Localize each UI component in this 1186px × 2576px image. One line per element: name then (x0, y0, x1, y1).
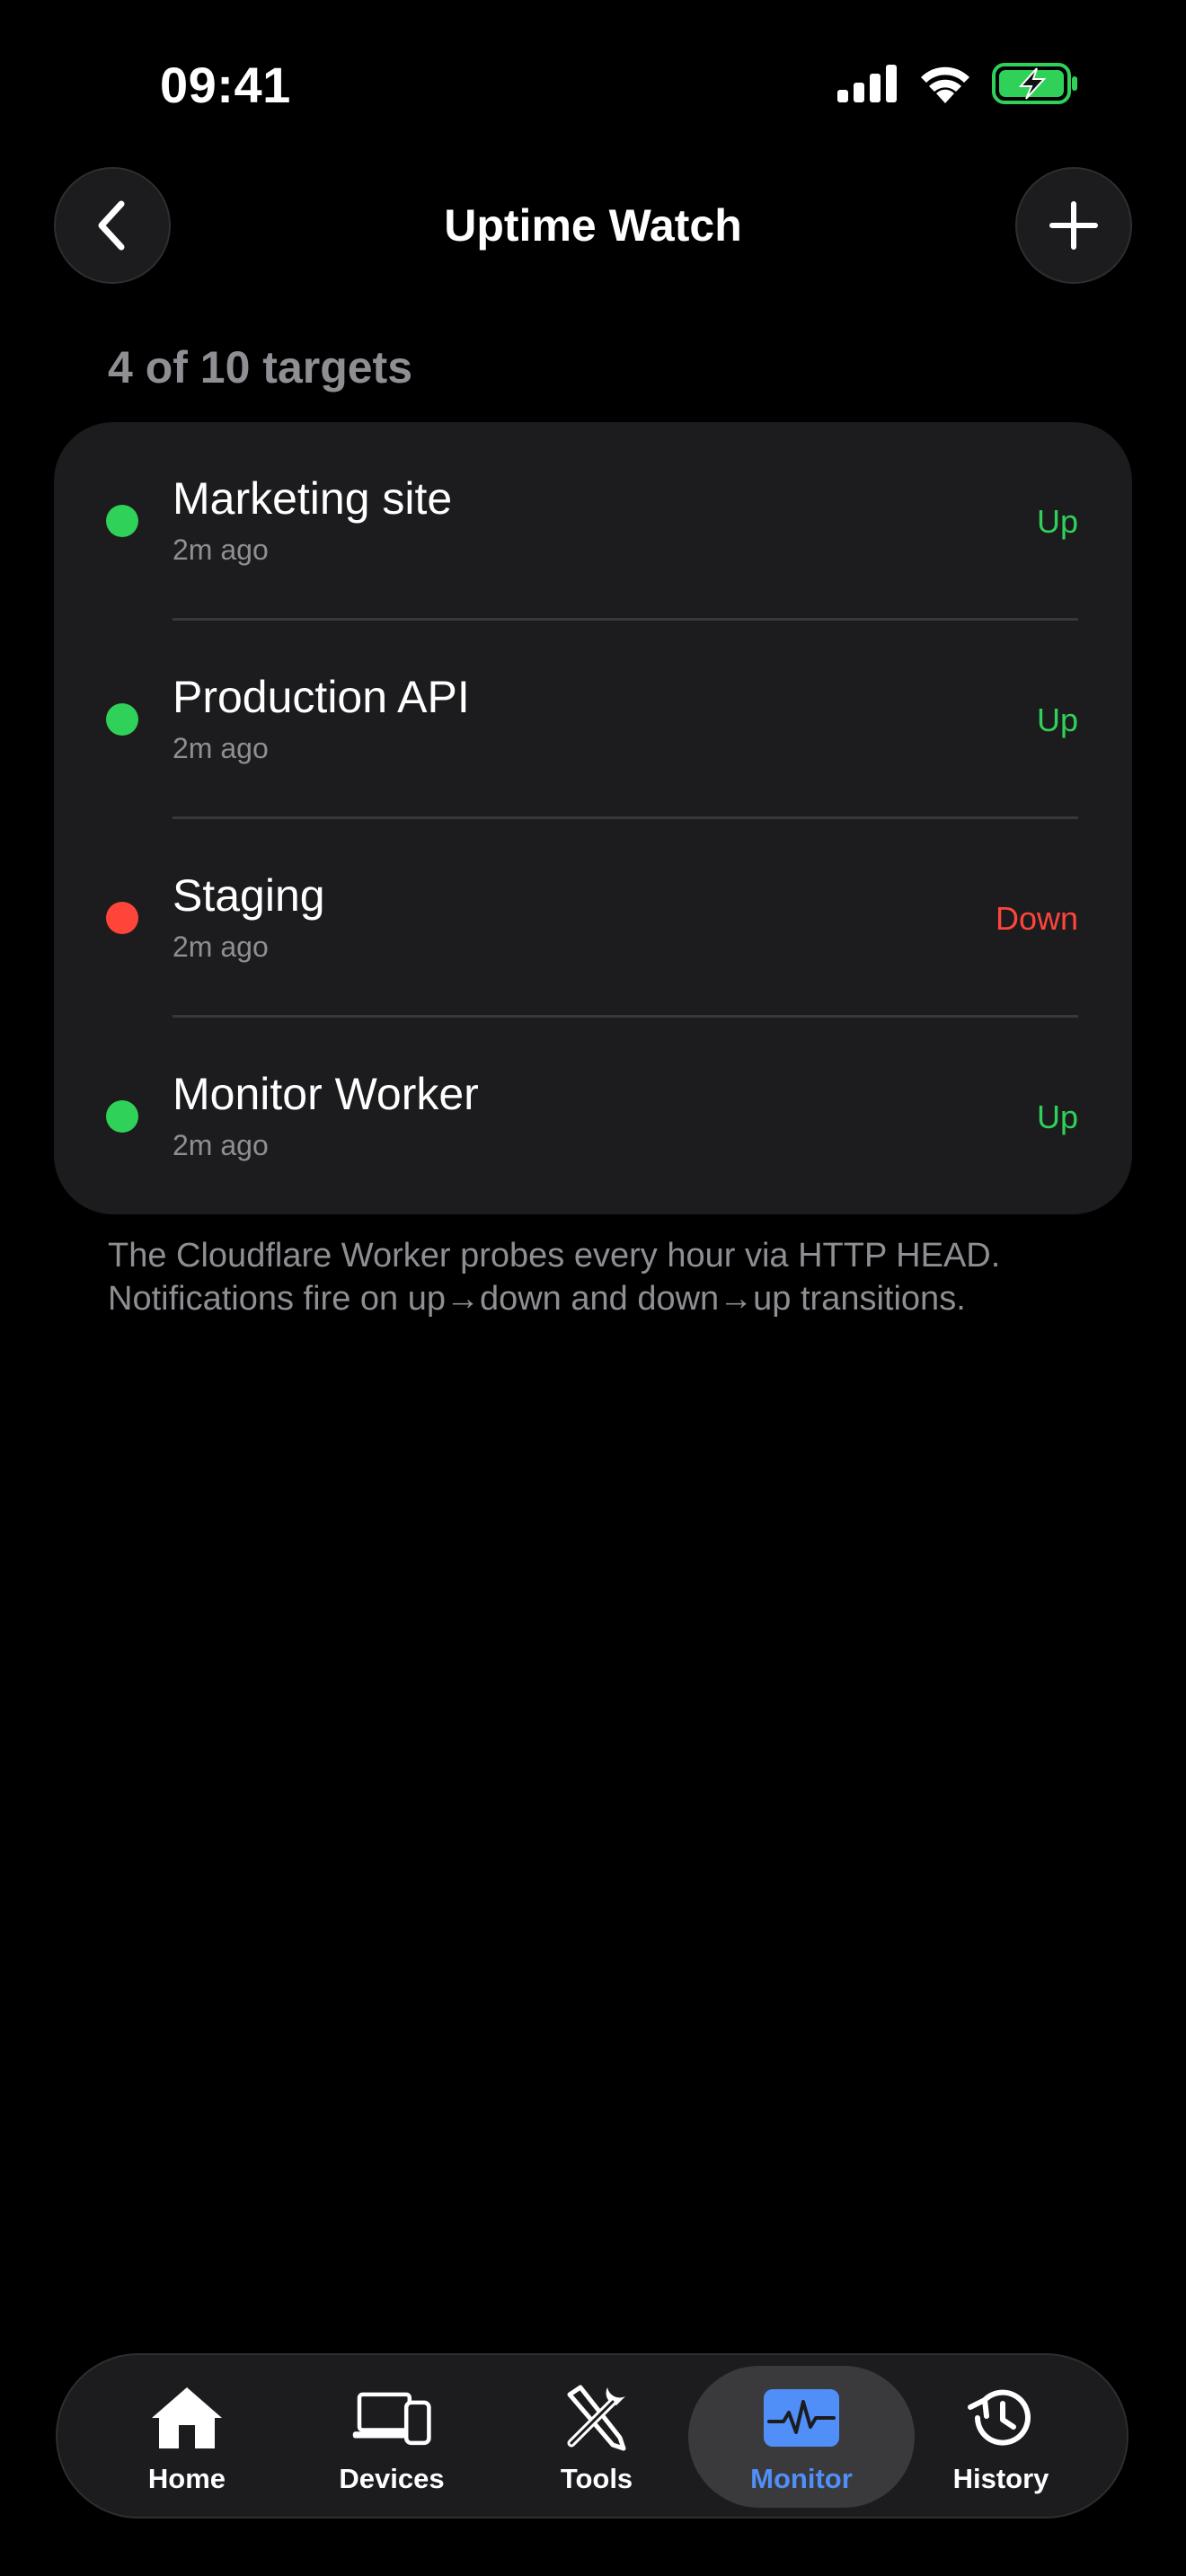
page-title: Uptime Watch (444, 200, 742, 251)
status-indicator-dot (106, 505, 138, 537)
targets-list: Marketing site 2m ago Up Production API … (54, 422, 1132, 1214)
tab-label: Tools (560, 2463, 633, 2494)
status-indicator-dot (106, 1100, 138, 1133)
tab-devices[interactable]: Devices (279, 2366, 505, 2508)
plus-icon (1049, 201, 1098, 250)
tab-home[interactable]: Home (74, 2366, 300, 2508)
wifi-icon (921, 66, 969, 103)
cellular-signal-icon (837, 65, 897, 102)
tab-label: Monitor (750, 2463, 853, 2494)
last-checked: 2m ago (173, 1129, 269, 1161)
target-name: Production API (173, 672, 470, 722)
tab-monitor[interactable]: Monitor (688, 2366, 915, 2508)
status-badge: Up (1036, 701, 1078, 738)
last-checked: 2m ago (173, 534, 269, 566)
footnote: The Cloudflare Worker probes every hour … (108, 1237, 1001, 1318)
house-icon (152, 2387, 222, 2448)
target-row-marketing-site[interactable]: Marketing site 2m ago Up (54, 422, 1132, 621)
status-time: 09:41 (160, 57, 291, 113)
battery-charging-icon (992, 63, 1077, 104)
status-indicator-dot (106, 902, 138, 934)
screen: 09:41 Uptime Watch 4 of 10 targets Marke… (0, 0, 1186, 2576)
status-indicator-dot (106, 703, 138, 736)
status-icons (837, 63, 1078, 104)
status-badge: Up (1036, 1098, 1078, 1135)
history-icon (968, 2389, 1031, 2446)
status-badge: Up (1036, 503, 1078, 540)
last-checked: 2m ago (173, 732, 269, 764)
target-name: Marketing site (173, 473, 453, 524)
status-badge: Down (995, 900, 1078, 937)
target-row-staging[interactable]: Staging 2m ago Down (54, 819, 1132, 1018)
target-row-production-api[interactable]: Production API 2m ago Up (54, 621, 1132, 819)
waveform-icon (764, 2389, 839, 2447)
tab-tools[interactable]: Tools (483, 2366, 710, 2508)
add-target-button[interactable] (1015, 167, 1132, 284)
tab-label: Devices (339, 2463, 445, 2494)
target-name: Staging (173, 870, 325, 921)
target-count: 4 of 10 targets (108, 342, 413, 393)
tools-icon (567, 2385, 626, 2451)
devices-icon (352, 2392, 431, 2446)
status-bar: 09:41 (0, 0, 1186, 171)
target-row-monitor-worker[interactable]: Monitor Worker 2m ago Up (54, 1018, 1132, 1214)
last-checked: 2m ago (173, 931, 269, 963)
tab-label: History (952, 2463, 1049, 2494)
target-name: Monitor Worker (173, 1069, 479, 1119)
tab-label: Home (147, 2463, 226, 2494)
tab-bar: Home Devices Tools Monitor History (56, 2353, 1128, 2519)
tab-history[interactable]: History (888, 2366, 1114, 2508)
